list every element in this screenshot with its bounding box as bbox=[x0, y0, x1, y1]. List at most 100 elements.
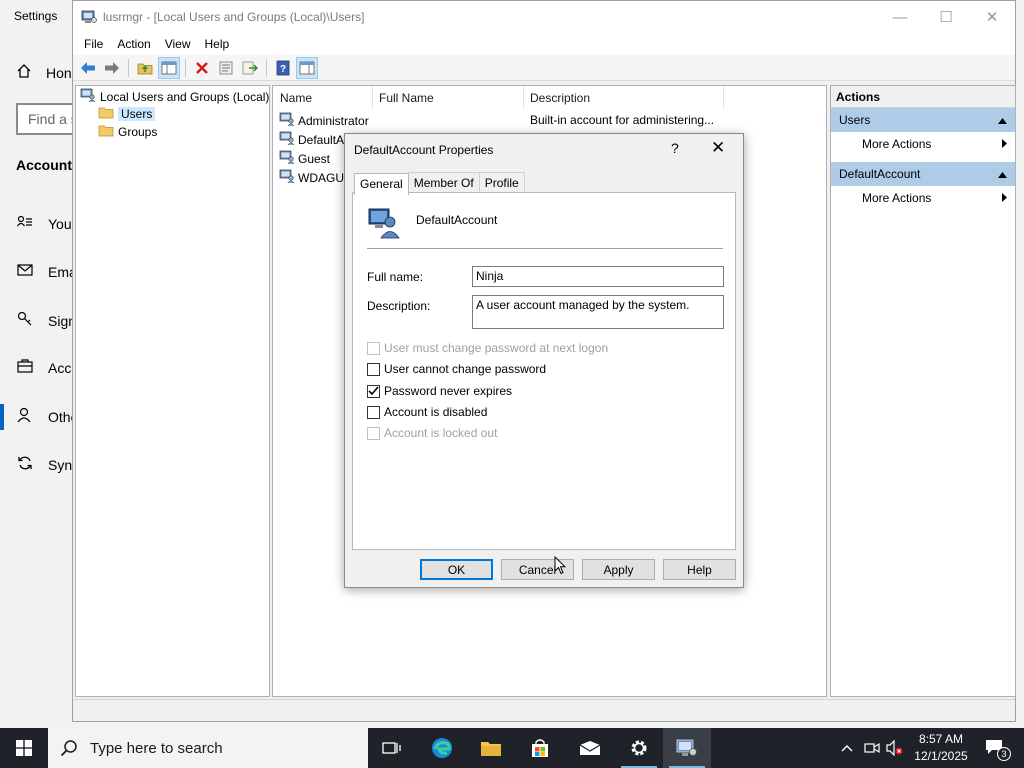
maximize-button[interactable]: ☐ bbox=[923, 1, 969, 33]
lusrmgr-taskbar-button[interactable] bbox=[663, 728, 711, 768]
nav-access[interactable]: Acco bbox=[16, 359, 79, 377]
nav-other-users[interactable]: Othe bbox=[16, 407, 78, 427]
checkbox-password-never-expires[interactable]: Password never expires bbox=[367, 384, 512, 398]
nav-sync[interactable]: Sync bbox=[16, 455, 79, 475]
more-actions-defaultaccount[interactable]: More Actions bbox=[831, 186, 1015, 210]
apply-button[interactable]: Apply bbox=[582, 559, 655, 580]
action-item-label: More Actions bbox=[862, 191, 932, 205]
delete-button[interactable] bbox=[191, 57, 213, 79]
up-folder-button[interactable] bbox=[134, 57, 156, 79]
nav-sign-in[interactable]: Sign bbox=[16, 311, 76, 331]
local-users-groups-icon bbox=[80, 88, 96, 105]
settings-search-input[interactable]: Find a s bbox=[16, 103, 76, 135]
svg-text:?: ? bbox=[280, 64, 286, 75]
nav-email[interactable]: Ema bbox=[16, 263, 77, 280]
user-name: Administrator bbox=[298, 113, 369, 128]
checkbox-label: User must change password at next logon bbox=[384, 341, 609, 355]
actions-group-defaultaccount[interactable]: DefaultAccount bbox=[831, 162, 1015, 186]
tree-item-label: Groups bbox=[118, 125, 158, 139]
user-name: Guest bbox=[298, 151, 331, 166]
table-row[interactable]: Administrator bbox=[279, 112, 369, 129]
show-action-pane-button[interactable] bbox=[296, 56, 318, 79]
start-button[interactable] bbox=[0, 728, 48, 768]
column-divider[interactable] bbox=[523, 86, 524, 110]
settings-section-title: Accounts bbox=[16, 157, 80, 173]
checkbox-label: Account is disabled bbox=[384, 405, 488, 419]
description-label: Description: bbox=[367, 299, 431, 313]
speaker-muted-icon bbox=[886, 740, 903, 756]
column-header-name[interactable]: Name bbox=[280, 91, 312, 105]
table-row[interactable]: DefaultAc bbox=[279, 131, 350, 148]
column-header-full-name[interactable]: Full Name bbox=[379, 91, 434, 105]
column-divider[interactable] bbox=[372, 86, 373, 110]
checkbox-account-locked-out[interactable]: Account is locked out bbox=[367, 426, 497, 440]
properties-button[interactable] bbox=[215, 57, 237, 79]
minimize-button[interactable]: — bbox=[877, 1, 923, 33]
dialog-help-button[interactable]: ? bbox=[671, 140, 679, 156]
more-actions-users[interactable]: More Actions bbox=[831, 132, 1015, 156]
chevron-up-icon bbox=[841, 745, 853, 752]
checkbox-box bbox=[367, 341, 380, 355]
taskbar: Type here to search 8:57 AM 12/1/2025 3 bbox=[0, 728, 1024, 768]
edge-button[interactable] bbox=[418, 728, 466, 768]
ok-button[interactable]: OK bbox=[420, 559, 493, 580]
show-hide-tree-button[interactable] bbox=[158, 56, 180, 79]
volume-tray-button[interactable] bbox=[884, 728, 906, 768]
actions-group-users[interactable]: Users bbox=[831, 108, 1015, 132]
actions-pane: Actions Users More Actions DefaultAccoun… bbox=[830, 85, 1016, 697]
full-name-field[interactable]: Ninja bbox=[472, 266, 724, 287]
settings-home-link[interactable]: Hon bbox=[16, 63, 72, 82]
checkbox-must-change-password[interactable]: User must change password at next logon bbox=[367, 341, 608, 355]
column-header-description[interactable]: Description bbox=[530, 91, 590, 105]
settings-taskbar-button[interactable] bbox=[615, 728, 663, 768]
actions-group-title: Users bbox=[839, 113, 871, 127]
mail-button[interactable] bbox=[566, 728, 614, 768]
checkmark-icon bbox=[368, 386, 379, 396]
export-list-button[interactable] bbox=[239, 57, 261, 79]
column-divider[interactable] bbox=[723, 86, 724, 110]
notification-count-badge: 3 bbox=[997, 747, 1011, 761]
tab-profile[interactable]: Profile bbox=[478, 172, 525, 194]
menu-file[interactable]: File bbox=[77, 37, 110, 51]
menu-help[interactable]: Help bbox=[198, 37, 237, 51]
tab-general[interactable]: General bbox=[354, 173, 409, 195]
task-view-button[interactable] bbox=[368, 728, 416, 768]
forward-button[interactable] bbox=[101, 57, 123, 79]
taskbar-clock[interactable]: 8:57 AM 12/1/2025 bbox=[910, 731, 972, 765]
close-icon: ✕ bbox=[985, 9, 999, 26]
dialog-title: DefaultAccount Properties bbox=[354, 143, 494, 157]
user-icon bbox=[279, 169, 295, 186]
meet-now-tray-button[interactable] bbox=[862, 728, 882, 768]
description-field[interactable]: A user account managed by the system. bbox=[472, 295, 724, 329]
tree-root[interactable]: Local Users and Groups (Local) bbox=[80, 88, 269, 105]
help-dialog-button[interactable]: Help bbox=[663, 559, 736, 580]
store-button[interactable] bbox=[516, 728, 564, 768]
help-button[interactable]: ? bbox=[272, 57, 294, 79]
checkbox-cannot-change-password[interactable]: User cannot change password bbox=[367, 362, 546, 376]
meet-now-icon bbox=[864, 742, 880, 754]
close-button[interactable]: ✕ bbox=[969, 1, 1015, 33]
menu-view[interactable]: View bbox=[158, 37, 198, 51]
close-icon: ✕ bbox=[711, 138, 726, 157]
table-row[interactable]: WDAGUti bbox=[279, 169, 350, 186]
taskbar-search-box[interactable]: Type here to search bbox=[48, 728, 368, 768]
checkbox-account-disabled[interactable]: Account is disabled bbox=[367, 405, 487, 419]
collapse-up-icon bbox=[998, 167, 1007, 181]
person-list-icon bbox=[16, 215, 34, 233]
table-row[interactable]: Guest bbox=[279, 150, 330, 167]
checkbox-box bbox=[367, 426, 380, 440]
dialog-close-button[interactable]: ✕ bbox=[711, 138, 725, 158]
full-name-label: Full name: bbox=[367, 270, 424, 284]
tree-item-users[interactable]: Users bbox=[98, 106, 156, 122]
menu-action[interactable]: Action bbox=[110, 37, 157, 51]
notification-center-button[interactable]: 3 bbox=[978, 728, 1012, 768]
tab-member-of[interactable]: Member Of bbox=[407, 172, 480, 194]
back-button[interactable] bbox=[77, 57, 99, 79]
tree-item-groups[interactable]: Groups bbox=[98, 124, 157, 140]
briefcase-icon bbox=[16, 359, 34, 377]
mail-icon bbox=[16, 263, 34, 280]
nav-your-info[interactable]: You bbox=[16, 215, 72, 233]
file-explorer-button[interactable] bbox=[467, 728, 515, 768]
lusrmgr-titlebar[interactable]: lusrmgr - [Local Users and Groups (Local… bbox=[73, 1, 1015, 33]
show-hidden-icons-button[interactable] bbox=[838, 728, 856, 768]
